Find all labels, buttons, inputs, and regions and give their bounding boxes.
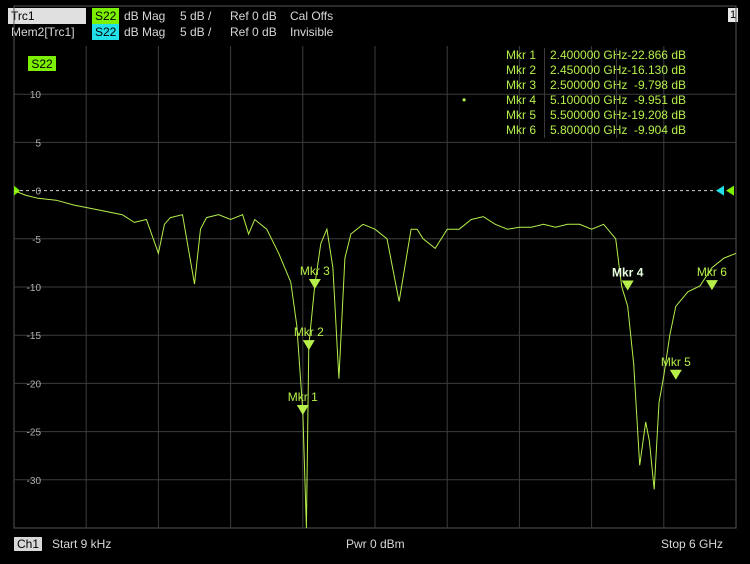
marker-triangle-icon[interactable] (296, 405, 309, 416)
marker-row[interactable]: Mkr 6 5.800000 GHz -9.904 dB (470, 123, 690, 138)
y-tick-label: -5 (32, 235, 41, 246)
marker-label[interactable]: Mkr 6 (697, 265, 727, 279)
marker-row-value: -9.798 dB (633, 78, 686, 92)
marker-label[interactable]: Mkr 3 (300, 264, 330, 278)
marker-table-divider (544, 48, 545, 138)
marker-row-value: -9.951 dB (633, 93, 686, 107)
marker-row-value: -9.904 dB (633, 123, 686, 137)
marker-triangle-icon[interactable] (302, 340, 315, 351)
active-marker-bullet-icon: • (462, 93, 467, 107)
marker-row-value: -22.866 dB (627, 48, 686, 62)
y-tick-label: 10 (30, 90, 42, 101)
y-tick-label: -10 (27, 283, 42, 294)
marker-label[interactable]: Mkr 4 (612, 266, 644, 280)
y-tick-label: 0 (35, 187, 41, 198)
marker-triangle-icon[interactable] (308, 279, 321, 290)
marker-row-value: -19.208 dB (627, 108, 686, 122)
ref-level-arrow-icon[interactable] (716, 185, 724, 196)
marker-label[interactable]: Mkr 2 (294, 325, 324, 339)
plot-tag-label: S22 (31, 57, 53, 71)
marker-label[interactable]: Mkr 5 (661, 355, 691, 369)
marker-row[interactable]: Mkr 5 5.500000 GHz -19.208 dB (470, 108, 690, 123)
marker-row-value: -16.130 dB (627, 63, 686, 77)
marker-row[interactable]: Mkr 3 2.500000 GHz -9.798 dB (470, 78, 690, 93)
marker-triangle-icon[interactable] (669, 369, 682, 380)
marker-row-name: Mkr 6 (506, 123, 536, 137)
y-tick-label: -15 (27, 331, 42, 342)
marker-row[interactable]: Mkr 1 2.400000 GHz -22.866 dB (470, 48, 690, 63)
channel-label[interactable]: Ch1 (14, 537, 43, 551)
marker-row-name: Mkr 5 (506, 108, 536, 122)
channel-indicator[interactable]: Ch1 (14, 534, 43, 554)
marker-row-name: Mkr 3 (506, 78, 536, 92)
marker-row-name: Mkr 1 (506, 48, 536, 62)
marker-triangle-icon[interactable] (621, 280, 634, 291)
y-tick-label: 5 (35, 138, 41, 149)
y-tick-label: -30 (27, 476, 42, 487)
y-tick-label: -20 (27, 379, 42, 390)
marker-row[interactable]: Mkr 2 2.450000 GHz -16.130 dB (470, 63, 690, 78)
y-tick-label: -25 (27, 428, 42, 439)
vna-screen: Trc1 S22 dB Mag 5 dB / Ref 0 dB Cal Offs… (0, 0, 750, 564)
ref-level-arrow-trace-icon[interactable] (726, 185, 734, 196)
marker-row[interactable]: Mkr 4 • 5.100000 GHz -9.951 dB (462, 93, 690, 108)
power-level[interactable]: Pwr 0 dBm (346, 534, 405, 554)
marker-row-name: Mkr 2 (506, 63, 536, 77)
marker-triangle-icon[interactable] (705, 280, 718, 291)
start-frequency[interactable]: Start 9 kHz (52, 534, 111, 554)
marker-row-name: Mkr 4 • (462, 93, 536, 107)
marker-table-divider (616, 48, 617, 138)
stop-frequency[interactable]: Stop 6 GHz (661, 534, 723, 554)
marker-label[interactable]: Mkr 1 (288, 390, 318, 404)
